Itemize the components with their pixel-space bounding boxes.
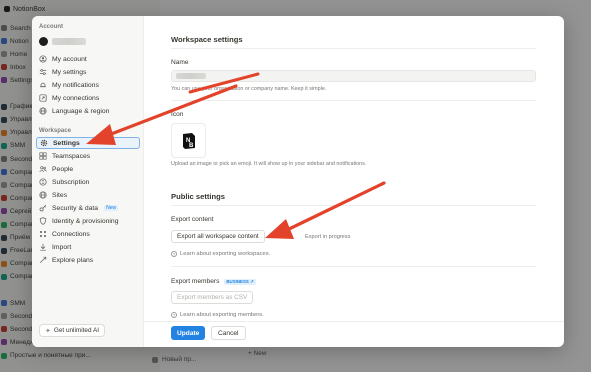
divider xyxy=(171,266,536,267)
divider xyxy=(171,48,536,49)
help-icon: ? xyxy=(171,251,177,257)
sidebar-item-people[interactable]: People xyxy=(36,163,140,175)
sidebar-item-label: Connections xyxy=(52,230,90,238)
divider xyxy=(171,205,536,206)
sidebar-item-label: My settings xyxy=(52,68,87,76)
grid-icon xyxy=(39,152,47,160)
export-learn-link[interactable]: ? Learn about exporting workspaces. xyxy=(171,251,270,257)
help-icon: ? xyxy=(171,312,177,318)
sidebar-item-label: Settings xyxy=(53,139,80,147)
public-settings-title: Public settings xyxy=(171,192,226,201)
bell-icon xyxy=(40,82,46,88)
avatar xyxy=(39,37,48,46)
business-badge: BUSINESS ↗ xyxy=(224,278,256,285)
sidebar-item-label: Language & region xyxy=(52,107,110,115)
globe-icon xyxy=(39,191,47,199)
card-icon xyxy=(39,178,47,186)
sidebar-item-label: Import xyxy=(52,243,72,251)
update-button[interactable]: Update xyxy=(171,326,206,340)
sidebar-item-sites[interactable]: Sites xyxy=(36,189,140,201)
globe-icon xyxy=(39,107,47,115)
sidebar-item-teamspaces[interactable]: Teamspaces xyxy=(36,150,140,162)
workspace-icon-picker[interactable]: N B xyxy=(171,123,206,158)
name-help-text: You can use your organization or company… xyxy=(171,86,327,92)
download-icon xyxy=(40,243,46,251)
sidebar-item-my-notifications[interactable]: My notifications xyxy=(36,79,140,91)
get-unlimited-ai-label: Get unlimited AI xyxy=(53,327,99,334)
new-badge: New xyxy=(104,205,119,211)
sidebar-item-label: Explore plans xyxy=(52,256,94,264)
sidebar-item-label: Subscription xyxy=(52,178,90,186)
sidebar-item-subscription[interactable]: Subscription xyxy=(36,176,140,188)
shield-icon xyxy=(39,217,47,225)
divider xyxy=(171,100,536,101)
workspace-section-label: Workspace xyxy=(39,128,71,134)
account-circle-icon xyxy=(39,55,47,63)
workspace-name-input[interactable] xyxy=(171,70,536,82)
members-learn-link[interactable]: ? Learn about exporting members. xyxy=(171,312,264,318)
sidebar-item-explore-plans[interactable]: Explore plans xyxy=(36,254,140,266)
sidebar-item-my-connections[interactable]: My connections xyxy=(36,92,140,104)
export-members-csv-button[interactable]: Export members as CSV xyxy=(171,291,254,304)
sparkle-icon: ✦ xyxy=(45,327,51,335)
sidebar-item-label: My notifications xyxy=(52,81,99,89)
members-learn-text: Learn about exporting members. xyxy=(180,312,264,318)
sidebar-item-security-data[interactable]: Security & data New xyxy=(36,202,140,214)
redacted-account-name xyxy=(52,38,86,45)
sidebar-item-label: My connections xyxy=(52,94,100,102)
notionbox-logo-icon: N B xyxy=(182,132,195,149)
sidebar-item-label: Teamspaces xyxy=(52,152,91,160)
sidebar-item-language-region[interactable]: Language & region xyxy=(36,105,140,117)
page-title: Workspace settings xyxy=(171,35,243,44)
export-status: Export in progress xyxy=(305,234,351,240)
redacted-workspace-name xyxy=(176,73,206,79)
people-icon xyxy=(39,166,47,173)
icon-label: Icon xyxy=(171,111,184,118)
svg-text:B: B xyxy=(189,143,194,149)
key-icon xyxy=(39,204,47,212)
sidebar-item-my-settings[interactable]: My settings xyxy=(36,66,140,78)
sidebar-item-label: Identity & provisioning xyxy=(52,217,119,225)
star-icon xyxy=(39,256,47,264)
cancel-button[interactable]: Cancel xyxy=(211,326,246,340)
footer-divider xyxy=(143,321,564,322)
sidebar-item-identity-provisioning[interactable]: Identity & provisioning xyxy=(36,215,140,227)
export-all-workspace-content-button[interactable]: Export all workspace content xyxy=(171,230,265,243)
sliders-icon xyxy=(39,69,47,75)
settings-sidebar: Account My account My settings My notifica… xyxy=(32,16,144,347)
settings-modal: Account My account My settings My notifica… xyxy=(32,16,564,347)
export-members-label: Export members BUSINESS ↗ xyxy=(171,278,256,285)
name-label: Name xyxy=(171,59,189,66)
sidebar-item-my-account[interactable]: My account xyxy=(36,53,140,65)
grid-dots-icon xyxy=(39,230,47,238)
sidebar-item-label: My account xyxy=(52,55,87,63)
arrow-square-icon xyxy=(39,94,47,102)
sidebar-item-label: People xyxy=(52,165,74,173)
gear-icon xyxy=(40,139,48,147)
account-section-label: Account xyxy=(39,24,63,30)
account-identity xyxy=(39,37,86,46)
export-learn-text: Learn about exporting workspaces. xyxy=(180,251,271,257)
export-members-text: Export members xyxy=(171,278,220,285)
sidebar-item-settings[interactable]: Settings xyxy=(36,137,140,149)
business-badge-text: BUSINESS xyxy=(226,278,249,284)
icon-help-text: Upload an image or pick an emoji. It wil… xyxy=(171,161,367,167)
sidebar-item-import[interactable]: Import xyxy=(36,241,140,253)
get-unlimited-ai-button[interactable]: ✦ Get unlimited AI xyxy=(39,324,105,337)
sidebar-item-label: Sites xyxy=(52,191,68,199)
settings-main: Workspace settings Name You can use your… xyxy=(143,16,564,347)
sidebar-item-label: Security & data xyxy=(52,204,99,212)
sidebar-item-connections[interactable]: Connections xyxy=(36,228,140,240)
export-content-label: Export content xyxy=(171,216,214,223)
